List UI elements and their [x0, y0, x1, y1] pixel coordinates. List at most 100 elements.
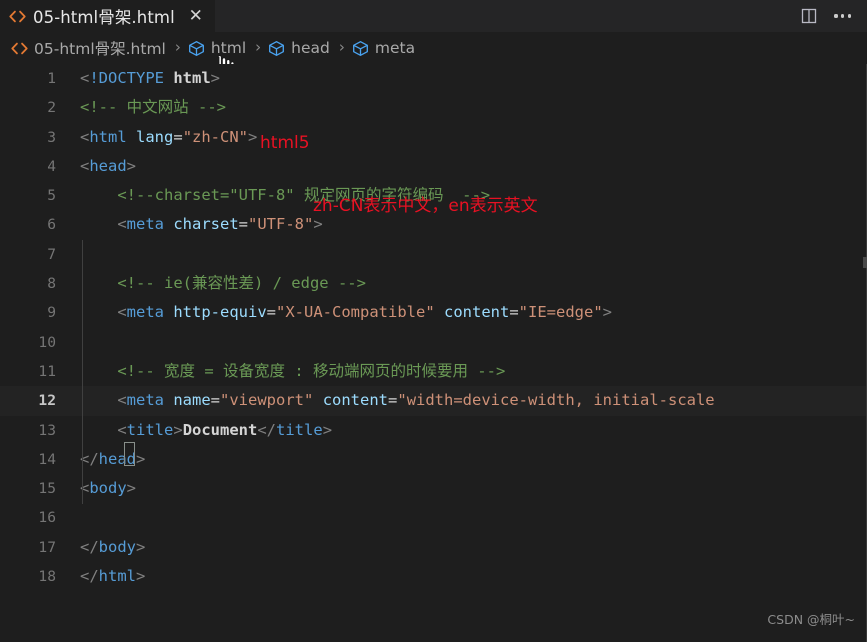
- breadcrumb-item-html[interactable]: html: [186, 39, 248, 57]
- split-editor-icon[interactable]: [800, 8, 818, 24]
- code-line-text: <!DOCTYPE html>: [80, 64, 220, 93]
- code-token: >: [136, 567, 146, 586]
- line-number: 14: [38, 450, 56, 468]
- line-number: 17: [38, 538, 56, 556]
- code-line[interactable]: 8 <!-- ie(兼容性差) / edge -->: [0, 269, 867, 298]
- line-number: 16: [38, 509, 56, 527]
- code-editor[interactable]: 1 <!DOCTYPE html> 2 <!-- 中文网站 --> 3 <html lan…: [0, 64, 867, 642]
- code-token: >: [136, 449, 146, 468]
- line-number: 4: [47, 157, 56, 175]
- code-line-text: <!-- 宽度 = 设备宽度 : 移动端网页的时候要用 -->: [80, 357, 505, 386]
- code-token: >: [173, 420, 183, 439]
- code-token: "zh-CN": [182, 127, 249, 146]
- breadcrumb-separator-icon: ›: [174, 37, 181, 56]
- code-token: <: [117, 215, 127, 234]
- code-line-text: <meta name="viewport" content="width=dev…: [80, 386, 715, 415]
- code-token: </: [257, 420, 277, 439]
- breadcrumb-label: html: [210, 39, 247, 57]
- scrollbar-thumb[interactable]: [863, 257, 867, 268]
- code-line[interactable]: 18 </html>: [0, 562, 867, 591]
- code-token: <!-- ie(兼容性差) / edge -->: [80, 274, 366, 293]
- code-token: "X-UA-Compatible": [276, 303, 435, 322]
- code-token: title: [126, 420, 174, 439]
- code-token: =: [509, 303, 519, 322]
- code-line-text: <html lang="zh-CN">: [80, 123, 257, 152]
- breadcrumb-item-meta[interactable]: meta: [350, 39, 417, 57]
- code-line-text: <!-- 中文网站 -->: [80, 93, 226, 122]
- code-token: html: [98, 567, 136, 586]
- code-token: content: [322, 391, 389, 410]
- code-token: head: [89, 156, 127, 175]
- tab-bar-empty-space: [215, 0, 801, 32]
- code-line[interactable]: 1 <!DOCTYPE html>: [0, 64, 867, 93]
- code-token: name: [173, 391, 211, 410]
- line-number: 1: [47, 70, 56, 87]
- line-number: 6: [47, 216, 56, 234]
- breadcrumb-item-head[interactable]: head: [266, 39, 332, 57]
- bracket-match-highlight: [124, 442, 135, 466]
- close-icon[interactable]: ✕: [187, 7, 205, 25]
- line-number: 11: [38, 362, 56, 380]
- code-token: <: [80, 127, 90, 146]
- code-line[interactable]: 17 </body>: [0, 533, 867, 562]
- vscode-window: 05-html骨架.html ✕ 05-html骨架.html › html ›…: [0, 0, 867, 642]
- code-token: body: [89, 479, 127, 498]
- code-token: "IE=edge": [518, 303, 603, 322]
- code-line[interactable]: 11 <!-- 宽度 = 设备宽度 : 移动端网页的时候要用 -->: [0, 357, 867, 386]
- code-line[interactable]: 9 <meta http-equiv="X-UA-Compatible" con…: [0, 298, 867, 327]
- code-token: >: [136, 537, 146, 556]
- editor-tab-active[interactable]: 05-html骨架.html ✕: [0, 0, 216, 32]
- symbol-field-icon: [188, 40, 205, 57]
- line-number: 3: [47, 128, 56, 146]
- code-token: meta: [126, 391, 164, 410]
- watermark-label: CSDN @桐叶~: [767, 612, 855, 627]
- code-token: http-equiv: [173, 303, 267, 322]
- code-token: <: [117, 303, 127, 322]
- line-number: 15: [38, 480, 56, 498]
- symbol-field-icon: [352, 40, 369, 57]
- code-line-text: <head>: [80, 152, 136, 181]
- code-line[interactable]: 10: [0, 328, 867, 357]
- more-actions-icon[interactable]: [832, 14, 853, 18]
- breadcrumb-item-file[interactable]: 05-html骨架.html: [9, 37, 168, 59]
- code-lines[interactable]: 1 <!DOCTYPE html> 2 <!-- 中文网站 --> 3 <html lan…: [0, 64, 867, 591]
- code-line[interactable]: 2 <!-- 中文网站 -->: [0, 93, 867, 122]
- breadcrumb-label: meta: [374, 39, 416, 57]
- code-line-text: <meta charset="UTF-8">: [80, 210, 323, 239]
- line-number: 2: [47, 99, 56, 117]
- line-number: 7: [47, 245, 56, 263]
- code-line[interactable]: 12 <meta name="viewport" content="width=…: [0, 386, 867, 416]
- code-token: <!-- 宽度 = 设备宽度 : 移动端网页的时候要用 -->: [80, 361, 506, 380]
- code-token: <: [80, 69, 90, 87]
- code-token: >: [602, 303, 613, 322]
- breadcrumb-separator-icon: ›: [338, 37, 345, 56]
- code-token: "width=device-width, initial-scale: [397, 391, 715, 410]
- code-line[interactable]: 7: [0, 240, 867, 269]
- breadcrumb: 05-html骨架.html › html › head › meta: [0, 32, 867, 83]
- editor-tab-bar: 05-html骨架.html ✕: [0, 0, 867, 32]
- code-token: >: [313, 215, 323, 234]
- code-line[interactable]: 16: [0, 503, 867, 532]
- line-number: 9: [47, 304, 56, 322]
- code-line[interactable]: 15 <body>: [0, 474, 867, 503]
- code-token: =: [210, 391, 221, 410]
- code-token: Document: [182, 420, 258, 439]
- code-line[interactable]: 4 <head>: [0, 152, 867, 181]
- code-line-text: </body>: [80, 533, 145, 562]
- code-line[interactable]: 3 <html lang="zh-CN">: [0, 123, 867, 152]
- code-token: >: [126, 479, 137, 498]
- code-token: =: [388, 391, 398, 410]
- code-token: <!-- 中文网站 -->: [80, 98, 226, 117]
- line-number: 8: [47, 275, 56, 293]
- code-line-text: <title>Document</title>: [80, 416, 332, 445]
- code-line[interactable]: 13 <title>Document</title>: [0, 416, 867, 445]
- html-file-icon: [9, 8, 26, 25]
- tab-label: 05-html骨架.html: [33, 8, 175, 27]
- code-token: html: [89, 127, 127, 146]
- code-token: >: [248, 127, 258, 146]
- code-token: meta: [126, 215, 164, 234]
